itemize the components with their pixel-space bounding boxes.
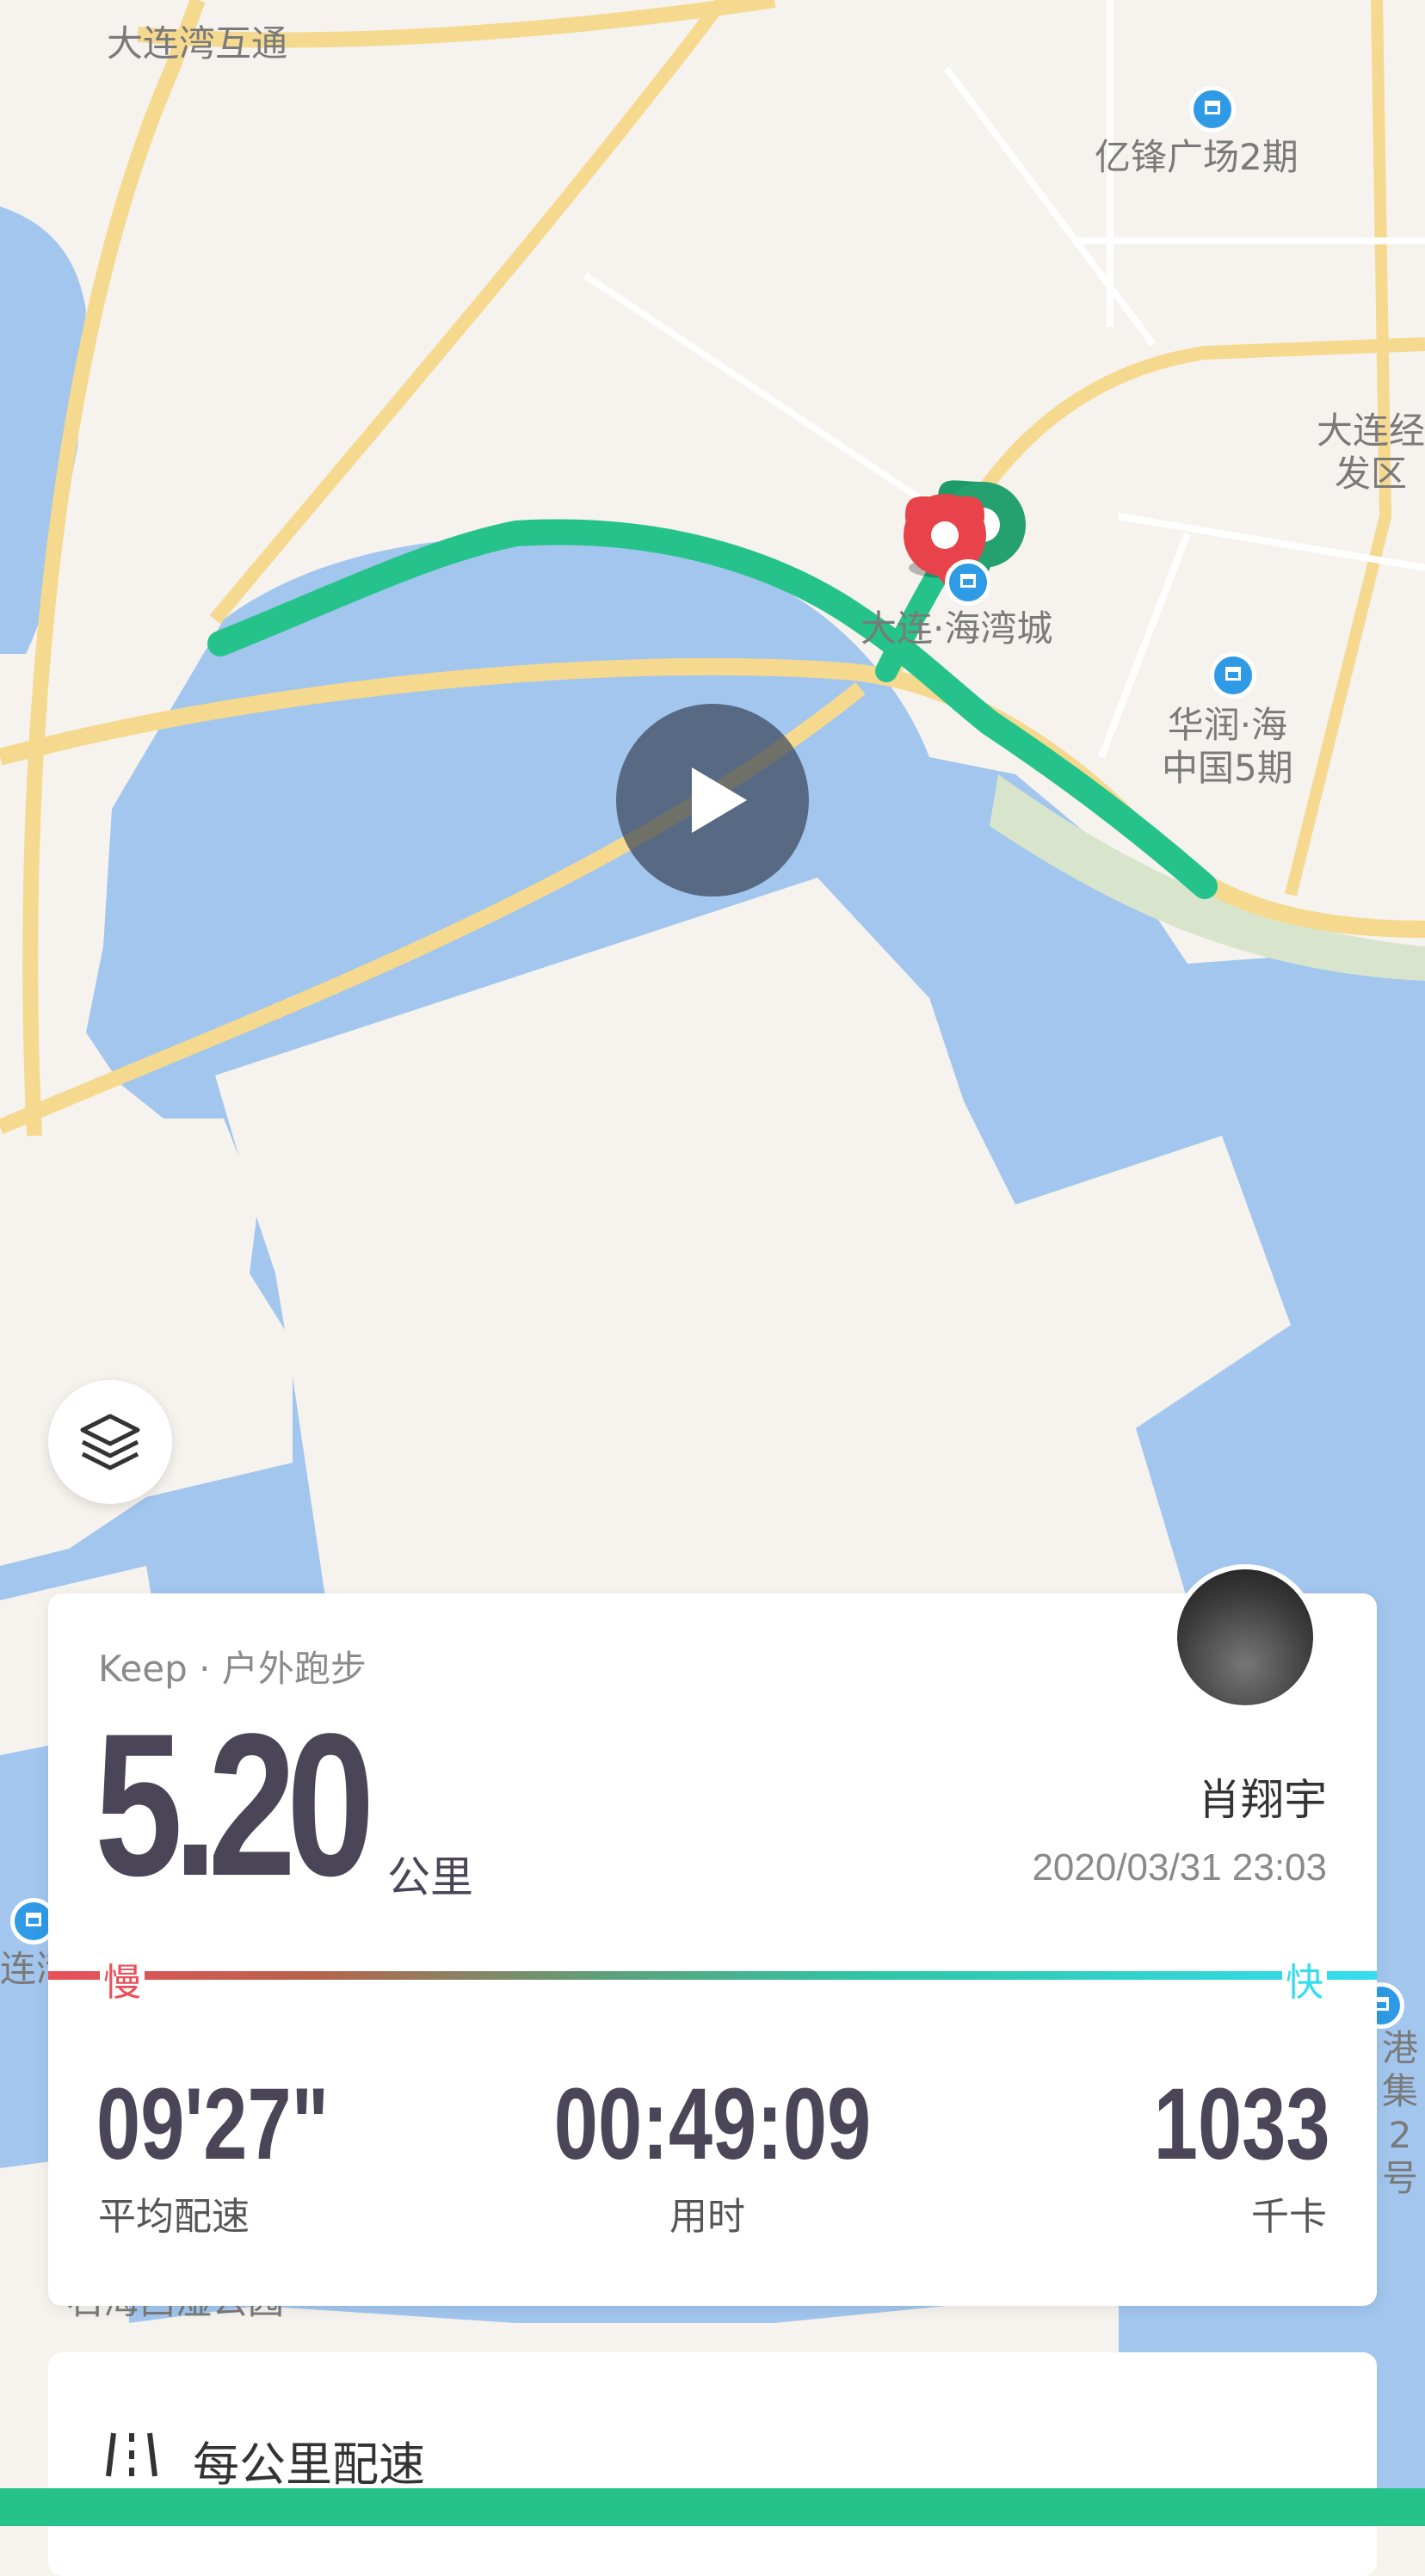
avg-pace-value: 09'27" (96, 2068, 330, 2181)
poi-building-icon (945, 559, 991, 606)
calories-value: 1033 (1154, 2068, 1330, 2181)
map-label-china-res: 华润·海 中国5期 (1162, 704, 1293, 790)
app-activity-label: Keep · 户外跑步 (98, 1648, 367, 1690)
map-label-bay-city: 大连·海湾城 (861, 607, 1053, 650)
avg-pace-label: 平均配速 (98, 2195, 250, 2239)
per-km-pace-title: 每公里配速 (193, 2437, 425, 2492)
map-label-dev-zone: 大连经 发区 (1317, 410, 1425, 496)
play-route-button[interactable] (616, 704, 809, 897)
user-name: 肖翔宇 (1198, 1775, 1327, 1825)
map-label-right-edge: 港集 2号 (1381, 2027, 1418, 2200)
user-avatar[interactable] (1172, 1564, 1318, 1710)
duration-label: 用时 (669, 2195, 745, 2239)
map-layers-button[interactable] (48, 1380, 172, 1504)
pace-split-icon (106, 2432, 157, 2477)
layers-icon (80, 1414, 140, 1470)
map-label-interchange: 大连湾互通 (107, 22, 288, 65)
poi-building-icon (1189, 86, 1236, 132)
pace-slow-label: 慢 (100, 1951, 145, 2006)
pace-fast-label: 快 (1282, 1951, 1327, 2006)
distance-unit: 公里 (387, 1852, 473, 1902)
calories-label: 千卡 (1251, 2195, 1327, 2239)
distance-value: 5.20 (95, 1692, 375, 1919)
poi-building-icon (1210, 652, 1256, 699)
pace-gradient-bar (48, 1971, 1377, 1980)
bottom-accent-band (0, 2488, 1425, 2526)
run-date: 2020/03/31 23:03 (1032, 1846, 1327, 1889)
map-label-plaza: 亿锋广场2期 (1095, 136, 1299, 178)
